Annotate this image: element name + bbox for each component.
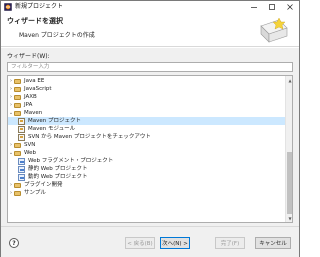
folder-icon [14, 111, 21, 116]
maven-svn-icon [18, 133, 25, 141]
eclipse-app-icon [4, 3, 12, 11]
folder-icon [14, 103, 21, 108]
tree-item-jpa[interactable]: › JPA [8, 101, 285, 109]
tree-item-samples[interactable]: › サンプル [8, 189, 285, 197]
folder-icon [14, 183, 21, 188]
tree-item-maven-module[interactable]: Maven モジュール [8, 125, 285, 133]
tree-item-label: Java EE [24, 78, 45, 84]
tree-scrollbar[interactable]: ▲ ▼ [285, 76, 292, 222]
wizard-page-description: Maven プロジェクトの作成 [19, 32, 95, 39]
finish-button[interactable]: 完了(F) [215, 237, 245, 249]
tree-item-label: Web フラグメント・プロジェクト [28, 158, 114, 164]
tree-item-jaxb[interactable]: › JAXB [8, 93, 285, 101]
new-project-dialog: 新規プロジェクト ウィザードを選択 Maven プロジェクトの作成 ウィザード(… [0, 0, 300, 257]
scroll-thumb[interactable] [287, 152, 292, 214]
tree-item-label: JavaScript [24, 86, 52, 92]
tree-item-label: 静的 Web プロジェクト [28, 166, 88, 172]
scroll-down-icon[interactable]: ▼ [286, 214, 292, 222]
folder-icon [14, 143, 21, 148]
new-wizard-banner-icon [260, 17, 288, 43]
maven-project-icon [18, 117, 25, 125]
maven-module-icon [18, 125, 25, 133]
folder-icon [14, 95, 21, 100]
cancel-button[interactable]: キャンセル [255, 237, 291, 249]
web-fragment-icon [18, 157, 25, 165]
tree-item-label: SVN から Maven プロジェクトをチェックアウト [28, 134, 151, 140]
wizard-header: ウィザードを選択 Maven プロジェクトの作成 [1, 13, 299, 47]
tree-item-maven-project[interactable]: Maven プロジェクト [8, 117, 285, 125]
tree-item-maven-svn-checkout[interactable]: SVN から Maven プロジェクトをチェックアウト [8, 133, 285, 141]
scroll-up-icon[interactable]: ▲ [286, 76, 292, 84]
folder-icon [14, 79, 21, 84]
tree-item-javascript[interactable]: › JavaScript [8, 85, 285, 93]
tree-item-svn[interactable]: › SVN [8, 141, 285, 149]
minimize-icon [251, 7, 257, 8]
wizard-content: ウィザード(W): › Java EE › JavaScript › JAXB [1, 48, 299, 226]
filter-input[interactable] [7, 62, 293, 72]
tree-item-label: Maven [24, 110, 43, 116]
folder-icon [14, 191, 21, 196]
tree-item-plugin-development[interactable]: › プラグイン開発 [8, 181, 285, 189]
tree-item-label: プラグイン開発 [24, 182, 63, 188]
tree-item-label: JAXB [24, 94, 37, 100]
back-button[interactable]: < 戻る(B) [125, 237, 155, 249]
tree-item-label: Maven プロジェクト [28, 118, 81, 124]
tree-item-label: JPA [24, 102, 33, 108]
dynamic-web-icon [18, 173, 25, 181]
tree-item-label: Maven モジュール [28, 126, 76, 132]
tree-item-web[interactable]: ⌄ Web [8, 149, 285, 157]
close-button[interactable] [281, 1, 299, 13]
tree-item-maven[interactable]: ⌄ Maven [8, 109, 285, 117]
dialog-button-bar: ? < 戻る(B) 次へ(N) > 完了(F) キャンセル [1, 226, 299, 257]
tree-item-label: SVN [24, 142, 36, 148]
static-web-icon [18, 165, 25, 173]
help-icon[interactable]: ? [9, 238, 19, 248]
wizard-tree-list: › Java EE › JavaScript › JAXB › JPA ⌄ Ma… [8, 76, 285, 222]
maximize-button[interactable] [263, 1, 281, 13]
tree-item-web-fragment-project[interactable]: Web フラグメント・プロジェクト [8, 157, 285, 165]
tree-item-dynamic-web-project[interactable]: 動的 Web プロジェクト [8, 173, 285, 181]
tree-item-static-web-project[interactable]: 静的 Web プロジェクト [8, 165, 285, 173]
folder-icon [14, 87, 21, 92]
close-icon [287, 4, 293, 10]
wizard-page-title: ウィザードを選択 [7, 17, 63, 25]
window-title: 新規プロジェクト [15, 3, 64, 10]
maximize-icon [269, 4, 275, 10]
tree-item-label: サンプル [24, 190, 46, 196]
title-bar: 新規プロジェクト [1, 1, 299, 13]
next-button[interactable]: 次へ(N) > [160, 237, 190, 249]
tree-item-label: 動的 Web プロジェクト [28, 174, 88, 180]
tree-item-java-ee[interactable]: › Java EE [8, 77, 285, 85]
minimize-button[interactable] [245, 1, 263, 13]
wizard-tree: › Java EE › JavaScript › JAXB › JPA ⌄ Ma… [7, 75, 293, 223]
wizards-label: ウィザード(W): [7, 53, 50, 60]
tree-item-label: Web [24, 150, 36, 156]
folder-icon [14, 151, 21, 156]
